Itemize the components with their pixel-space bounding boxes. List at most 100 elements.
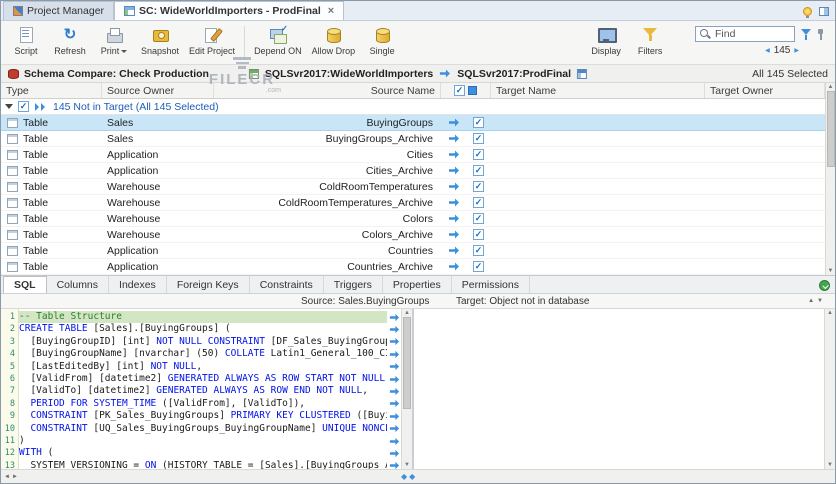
table-row[interactable]: Table Warehouse Colors ✓ — [1, 211, 825, 227]
table-row[interactable]: Table Sales BuyingGroups_Archive ✓ — [1, 131, 825, 147]
sql-line: [LastEditedBy] [int] NOT NULL, — [19, 361, 387, 373]
table-row[interactable]: Table Warehouse ColdRoomTemperatures ✓ — [1, 179, 825, 195]
sql-line: CREATE TABLE [Sales].[BuyingGroups] ( — [19, 323, 387, 335]
row-checkbox[interactable]: ✓ — [473, 165, 484, 176]
table-row[interactable]: Table Application Countries_Archive ✓ — [1, 259, 825, 275]
button-label: Print — [101, 46, 120, 56]
lightbulb-icon[interactable] — [803, 7, 812, 16]
scroll-up-icon[interactable]: ▲ — [828, 84, 834, 90]
scroll-thumb[interactable] — [827, 91, 835, 167]
filter-funnel-icon[interactable] — [800, 28, 812, 41]
row-checkbox[interactable]: ✓ — [473, 181, 484, 192]
table-row[interactable]: Table Warehouse Colors_Archive ✓ — [1, 227, 825, 243]
detail-tab-properties[interactable]: Properties — [383, 276, 452, 293]
splitter-handle-icon[interactable]: ◆◆ — [401, 473, 417, 481]
pane-down-icon[interactable]: ▼ — [817, 298, 823, 304]
script-button[interactable]: Script — [5, 25, 47, 57]
sql-line: [BuyingGroupID] [int] NOT NULL CONSTRAIN… — [19, 336, 387, 348]
single-button[interactable]: Single — [361, 25, 403, 57]
line-number: 5 — [1, 361, 18, 373]
row-type-label: Table — [23, 245, 48, 257]
row-checkbox[interactable]: ✓ — [473, 229, 484, 240]
sql-code[interactable]: -- Table StructureCREATE TABLE [Sales].[… — [19, 309, 387, 469]
grid-scrollbar[interactable]: ▲ ▼ — [825, 83, 835, 275]
detail-tab-sql[interactable]: SQL — [3, 276, 47, 293]
row-target-name — [491, 179, 705, 194]
row-checkbox[interactable]: ✓ — [473, 261, 484, 272]
compare-status-bar: Schema Compare: Check Production SQLSvr2… — [1, 65, 835, 83]
row-type-label: Table — [23, 197, 48, 209]
refresh-button[interactable]: Refresh — [49, 25, 91, 57]
scroll-up-icon[interactable]: ▲ — [827, 310, 833, 316]
sql-left-scrollbar[interactable]: ▲ ▼ — [401, 309, 412, 469]
detail-tab-triggers[interactable]: Triggers — [324, 276, 383, 293]
row-checkbox[interactable]: ✓ — [473, 245, 484, 256]
column-header-type[interactable]: Type — [1, 83, 102, 98]
panel-toggle-icon[interactable] — [819, 7, 829, 16]
group-checkbox[interactable]: ✓ — [18, 101, 29, 112]
row-type-label: Table — [23, 261, 48, 273]
group-row[interactable]: ✓ 145 Not in Target (All 145 Selected) — [1, 99, 825, 115]
scroll-thumb[interactable] — [403, 317, 411, 409]
detail-tab-constraints[interactable]: Constraints — [250, 276, 324, 293]
row-source-name: BuyingGroups_Archive — [214, 131, 441, 146]
tab-project-manager[interactable]: Project Manager — [3, 1, 114, 20]
snapshot-button[interactable]: Snapshot — [137, 25, 183, 57]
row-target-owner — [705, 227, 825, 242]
button-label: Filters — [638, 46, 663, 56]
table-row[interactable]: Table Application Cities ✓ — [1, 147, 825, 163]
scroll-down-icon[interactable]: ▼ — [827, 462, 833, 468]
scroll-up-icon[interactable]: ▲ — [404, 310, 410, 316]
display-icon — [596, 26, 616, 44]
table-row[interactable]: Table Application Countries ✓ — [1, 243, 825, 259]
prev-difference-icon[interactable]: ◀ — [765, 48, 770, 54]
find-area: Find ◀ 145 ▶ — [695, 25, 831, 56]
print-button[interactable]: Print — [93, 25, 135, 57]
row-checkbox[interactable]: ✓ — [473, 133, 484, 144]
sql-right-scrollbar[interactable]: ▲ ▼ — [824, 309, 835, 469]
scroll-down-icon[interactable]: ▼ — [404, 462, 410, 468]
pushpin-icon[interactable] — [817, 28, 825, 41]
table-row[interactable]: Table Application Cities_Archive ✓ — [1, 163, 825, 179]
close-tab-icon[interactable]: × — [328, 6, 334, 16]
row-checkbox[interactable]: ✓ — [473, 197, 484, 208]
diff-marker-icon — [387, 348, 401, 360]
pane-up-icon[interactable]: ▲ — [808, 298, 814, 304]
row-checkbox[interactable]: ✓ — [473, 213, 484, 224]
tab-schema-compare[interactable]: SC: WideWorldImporters - ProdFinal × — [114, 1, 344, 20]
hscroll-right-icon[interactable]: ► — [12, 474, 18, 480]
select-all-checkbox[interactable]: ✓ — [454, 85, 465, 96]
detail-tab-columns[interactable]: Columns — [47, 276, 109, 293]
row-type-label: Table — [23, 117, 48, 129]
detail-tab-permissions[interactable]: Permissions — [452, 276, 530, 293]
sql-source-pane[interactable]: 12345678910111213 -- Table StructureCREA… — [1, 309, 414, 469]
filters-button[interactable]: Filters — [629, 25, 671, 57]
allow-drop-button[interactable]: Allow Drop — [308, 25, 360, 57]
diff-marker-icon — [387, 323, 401, 335]
column-header-source-owner[interactable]: Source Owner — [102, 83, 214, 98]
table-row[interactable]: Table Sales BuyingGroups ✓ — [1, 115, 825, 131]
hscroll-left-icon[interactable]: ◄ — [4, 474, 10, 480]
row-source-name: Colors_Archive — [214, 227, 441, 242]
display-button[interactable]: Display — [585, 25, 627, 57]
button-label: Allow Drop — [312, 46, 356, 56]
column-header-target-owner[interactable]: Target Owner — [705, 83, 825, 98]
column-header-target-name[interactable]: Target Name — [491, 83, 705, 98]
find-input[interactable]: Find — [695, 26, 795, 42]
sql-compare-panes: 12345678910111213 -- Table StructureCREA… — [1, 309, 835, 469]
depend-on-button[interactable]: ✓ Depend ON — [250, 25, 306, 57]
edit-project-button[interactable]: Edit Project — [185, 25, 239, 57]
table-row[interactable]: Table Warehouse ColdRoomTemperatures_Arc… — [1, 195, 825, 211]
scroll-down-icon[interactable]: ▼ — [828, 268, 834, 274]
detail-tab-foreign-keys[interactable]: Foreign Keys — [167, 276, 250, 293]
detail-tab-indexes[interactable]: Indexes — [109, 276, 167, 293]
auto-hide-icon[interactable] — [819, 280, 830, 291]
column-header-source-name[interactable]: Source Name — [214, 83, 441, 98]
detail-tabs: SQLColumnsIndexesForeign KeysConstraints… — [1, 276, 835, 294]
collapse-group-icon[interactable] — [5, 104, 13, 109]
next-difference-icon[interactable]: ▶ — [794, 48, 799, 54]
sql-target-pane[interactable] — [414, 309, 824, 469]
row-checkbox[interactable]: ✓ — [473, 149, 484, 160]
column-header-select[interactable]: ✓ — [441, 83, 491, 98]
row-checkbox[interactable]: ✓ — [473, 117, 484, 128]
